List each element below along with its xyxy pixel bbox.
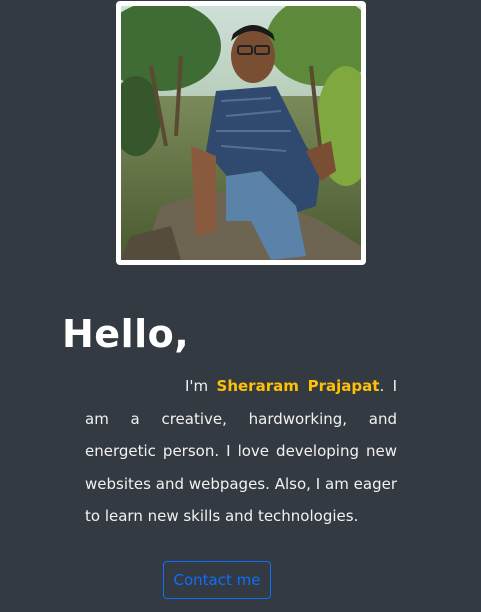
intro-prefix: I'm (185, 377, 217, 395)
intro-paragraph: I'm Sheraram Prajapat. I am a creative, … (85, 370, 397, 533)
profile-photo (121, 6, 361, 260)
intro-body: . I am a creative, hardworking, and ener… (85, 377, 397, 525)
owner-name: Sheraram Prajapat (216, 377, 380, 395)
contact-me-button[interactable]: Contact me (163, 561, 271, 599)
greeting-heading: Hello, (62, 312, 190, 356)
profile-photo-frame (116, 1, 366, 265)
